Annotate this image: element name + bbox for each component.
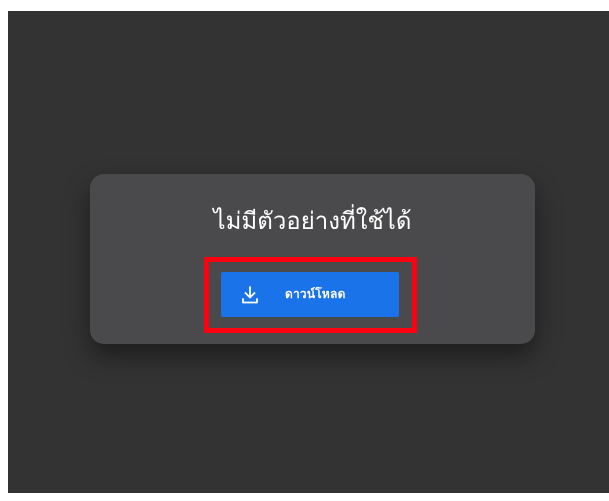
viewer-background: ไม่มีตัวอย่างที่ใช้ได้ ดาวน์โหลด <box>8 11 609 493</box>
download-button-label: ดาวน์โหลด <box>285 287 346 301</box>
no-preview-message: ไม่มีตัวอย่างที่ใช้ได้ <box>213 207 412 235</box>
download-icon <box>239 284 261 306</box>
download-button[interactable]: ดาวน์โหลด <box>221 272 399 317</box>
no-preview-card: ไม่มีตัวอย่างที่ใช้ได้ ดาวน์โหลด <box>90 174 535 344</box>
